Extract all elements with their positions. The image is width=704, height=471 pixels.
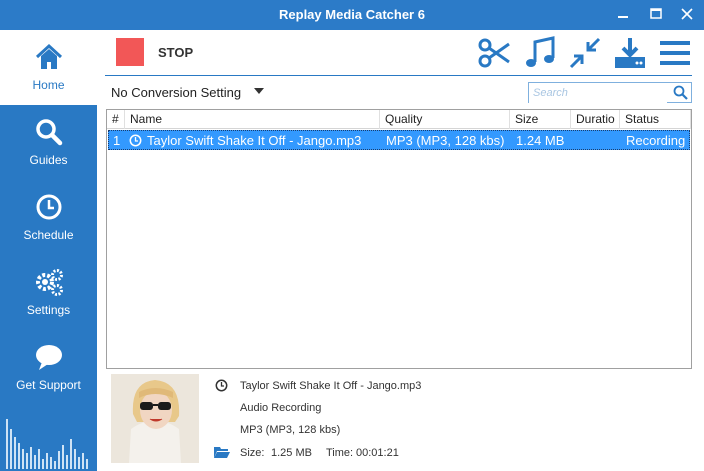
sidebar-item-guides[interactable]: Guides [0, 105, 97, 180]
clock-icon [36, 194, 61, 220]
sidebar-item-home[interactable]: Home [0, 30, 97, 105]
detail-format: MP3 (MP3, 128 kbs) [240, 424, 341, 436]
sidebar-item-label: Get Support [16, 378, 81, 392]
album-art-thumbnail [111, 374, 199, 463]
row-quality: MP3 (MP3, 128 kbs) [386, 133, 505, 148]
column-header-status[interactable]: Status [620, 110, 691, 129]
sidebar-item-label: Guides [29, 153, 68, 167]
chevron-down-icon[interactable] [254, 88, 264, 95]
conversion-setting-dropdown[interactable]: No Conversion Setting [111, 85, 241, 100]
sidebar-item-get-support[interactable]: Get Support [0, 330, 97, 405]
scissors-icon[interactable] [477, 36, 511, 70]
window-title: Replay Media Catcher 6 [279, 7, 425, 22]
sidebar-item-settings[interactable]: Settings [0, 255, 97, 330]
column-header-quality[interactable]: Quality [380, 110, 510, 129]
download-icon[interactable] [613, 36, 647, 70]
column-header-size[interactable]: Size [510, 110, 571, 129]
sidebar-item-label: Settings [26, 303, 71, 317]
sidebar-item-label: Home [32, 78, 65, 92]
column-header-duration[interactable]: Duratio [571, 110, 620, 129]
close-icon[interactable] [678, 6, 696, 22]
toolbar: STOP [97, 30, 704, 80]
row-size: 1.24 MB [516, 133, 565, 148]
audio-level-meter [6, 419, 88, 469]
table-row[interactable]: 1 Taylor Swift Shake It Off - Jango.mp3 … [108, 130, 690, 150]
maximize-icon[interactable] [647, 6, 665, 22]
sidebar: Home Guides Schedule Settings Get Suppor… [0, 30, 97, 471]
toolbar-divider [105, 75, 692, 76]
detail-time-label: Time: [326, 447, 354, 459]
title-bar: Replay Media Catcher 6 [0, 0, 704, 30]
column-header-number[interactable]: # [107, 110, 125, 129]
stop-label[interactable]: STOP [158, 45, 193, 60]
gears-icon [35, 269, 63, 296]
detail-panel: Taylor Swift Shake It Off - Jango.mp3 Au… [97, 370, 704, 471]
sidebar-item-schedule[interactable]: Schedule [0, 180, 97, 255]
column-header-name[interactable]: Name [125, 110, 380, 129]
search-icon [35, 119, 62, 146]
capture-table: # Name Quality Size Duratio Status 1 Tay… [106, 109, 692, 369]
folder-icon[interactable] [214, 446, 230, 458]
compress-arrows-icon[interactable] [568, 36, 602, 70]
search-icon[interactable] [673, 85, 688, 100]
detail-size-value: 1.25 MB [271, 447, 312, 459]
table-header: # Name Quality Size Duratio Status [107, 110, 691, 129]
stop-button[interactable] [116, 38, 144, 66]
row-status: Recording [626, 133, 686, 148]
chat-bubble-icon [35, 345, 62, 370]
sidebar-item-label: Schedule [23, 228, 74, 242]
row-number: 1 [113, 133, 121, 148]
music-note-icon[interactable] [523, 36, 557, 70]
detail-size-label: Size: [240, 447, 265, 459]
row-name: Taylor Swift Shake It Off - Jango.mp3 [147, 133, 362, 148]
minimize-icon[interactable] [614, 6, 632, 22]
home-icon [35, 43, 62, 69]
detail-type: Audio Recording [240, 402, 322, 414]
clock-icon [129, 134, 142, 147]
clock-icon [215, 379, 228, 392]
menu-icon[interactable] [658, 36, 692, 70]
search-box[interactable] [528, 82, 692, 103]
detail-time-value: 00:01:21 [356, 447, 399, 459]
search-input[interactable] [529, 83, 667, 103]
detail-filename: Taylor Swift Shake It Off - Jango.mp3 [240, 380, 422, 392]
